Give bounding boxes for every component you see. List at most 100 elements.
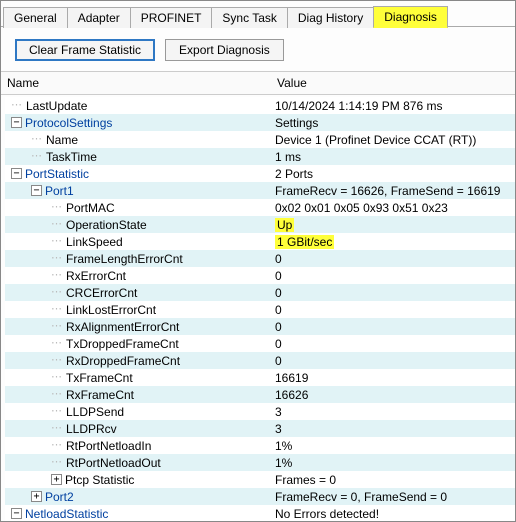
tree-node-value: FrameRecv = 16626, FrameSend = 16619 [271,184,515,198]
tree-node-name: RtPortNetloadIn [66,439,151,453]
tree-node-name: CRCErrorCnt [66,286,137,300]
tree-node-value: Frames = 0 [271,473,515,487]
tree-node-name: TxDroppedFrameCnt [66,337,179,351]
tree-row[interactable]: ⋯LinkLostErrorCnt 0 [5,301,515,318]
tree-row[interactable]: +Port2 FrameRecv = 0, FrameSend = 0 [5,488,515,505]
tree-row[interactable]: ⋯TxDroppedFrameCnt 0 [5,335,515,352]
tree-row[interactable]: −NetloadStatistic No Errors detected! [5,505,515,522]
tree-connector-icon: ⋯ [51,457,66,468]
tree-row[interactable]: ⋯CRCErrorCnt0 [5,284,515,301]
expand-icon[interactable]: + [51,474,62,485]
tree-node-value: FrameRecv = 0, FrameSend = 0 [271,490,515,504]
tree-node-value: Device 1 (Profinet Device CCAT (RT)) [271,133,515,147]
tree-node-name: TaskTime [46,150,97,164]
clear-frame-statistic-button[interactable]: Clear Frame Statistic [15,39,155,61]
tree-node-value: 0 [271,269,515,283]
tree-row[interactable]: −PortStatistic 2 Ports [5,165,515,182]
tree-row[interactable]: ⋯TaskTime1 ms [5,148,515,165]
tree-row[interactable]: +Ptcp Statistic Frames = 0 [5,471,515,488]
tab-general[interactable]: General [3,7,68,28]
tree-node-name: LastUpdate [26,99,87,113]
tree-row[interactable]: ⋯LLDPRcv 3 [5,420,515,437]
tree-connector-icon: ⋯ [51,355,66,366]
tree-node-value: 0 [271,354,515,368]
tree-row[interactable]: ⋯RxErrorCnt0 [5,267,515,284]
tree-connector-icon: ⋯ [11,100,26,111]
tree-connector-icon: ⋯ [51,236,66,247]
grid-header-name[interactable]: Name [1,72,271,94]
tree-node-name: RxDroppedFrameCnt [66,354,180,368]
diagnosis-tree[interactable]: ⋯LastUpdate10/14/2024 1:14:19 PM 876 ms−… [1,95,515,522]
tree-node-value: 0 [271,337,515,351]
tree-node-name: NetloadStatistic [25,507,108,521]
tree-connector-icon: ⋯ [51,423,66,434]
tree-node-value: 16619 [271,371,515,385]
tree-row[interactable]: ⋯RtPortNetloadOut 1% [5,454,515,471]
tree-node-value: 3 [271,422,515,436]
tree-row[interactable]: ⋯NameDevice 1 (Profinet Device CCAT (RT)… [5,131,515,148]
tree-node-name: LinkSpeed [66,235,123,249]
tree-connector-icon: ⋯ [51,338,66,349]
tree-node-value: 0 [271,252,515,266]
tree-connector-icon: ⋯ [51,372,66,383]
tree-connector-icon: ⋯ [51,304,66,315]
tree-node-value: 2 Ports [271,167,515,181]
tree-row[interactable]: ⋯RxAlignmentErrorCnt0 [5,318,515,335]
tree-node-value: 10/14/2024 1:14:19 PM 876 ms [271,99,515,113]
tab-diagnosis[interactable]: Diagnosis [373,6,448,28]
tree-connector-icon: ⋯ [51,253,66,264]
collapse-icon[interactable]: − [11,508,22,519]
tree-node-value: 1% [271,456,515,470]
tree-node-value: Up [271,218,515,232]
tree-node-name: Port1 [45,184,74,198]
tree-connector-icon: ⋯ [51,321,66,332]
tree-connector-icon: ⋯ [51,406,66,417]
tree-node-name: Ptcp Statistic [65,473,134,487]
tree-row[interactable]: ⋯LinkSpeed 1 GBit/sec [5,233,515,250]
tree-node-name: LinkLostErrorCnt [66,303,156,317]
tab-diag-history[interactable]: Diag History [287,7,374,28]
grid-header-value[interactable]: Value [271,72,515,94]
tree-row[interactable]: ⋯FrameLengthErrorCnt0 [5,250,515,267]
tree-row[interactable]: ⋯PortMAC0x02 0x01 0x05 0x93 0x51 0x23 [5,199,515,216]
collapse-icon[interactable]: − [11,168,22,179]
tree-connector-icon: ⋯ [51,219,66,230]
collapse-icon[interactable]: − [31,185,42,196]
tree-node-value: 3 [271,405,515,419]
tree-connector-icon: ⋯ [51,389,66,400]
tree-row[interactable]: ⋯TxFrameCnt 16619 [5,369,515,386]
tab-profinet[interactable]: PROFINET [130,7,213,28]
collapse-icon[interactable]: − [11,117,22,128]
export-diagnosis-button[interactable]: Export Diagnosis [165,39,284,61]
tree-node-value: 1 GBit/sec [271,235,515,249]
tree-node-name: LLDPSend [66,405,124,419]
tree-node-name: Port2 [45,490,74,504]
tree-row[interactable]: ⋯RxDroppedFrameCnt 0 [5,352,515,369]
tree-node-name: PortStatistic [25,167,89,181]
tree-node-value: 1 ms [271,150,515,164]
tree-row[interactable]: ⋯RxFrameCnt 16626 [5,386,515,403]
tree-node-name: RxFrameCnt [66,388,134,402]
tree-node-value: 0 [271,303,515,317]
tab-adapter[interactable]: Adapter [67,7,131,28]
tab-sync-task[interactable]: Sync Task [211,7,287,28]
tree-node-name: TxFrameCnt [66,371,133,385]
tree-node-value: 16626 [271,388,515,402]
tree-node-name: RtPortNetloadOut [66,456,161,470]
tree-row[interactable]: −Port1 FrameRecv = 16626, FrameSend = 166… [5,182,515,199]
tree-row[interactable]: ⋯LastUpdate 10/14/2024 1:14:19 PM 876 ms [5,97,515,114]
tree-node-value: 0 [271,320,515,334]
tree-row[interactable]: ⋯OperationState Up [5,216,515,233]
toolbar: Clear Frame Statistic Export Diagnosis [1,27,515,71]
tree-node-name: LLDPRcv [66,422,117,436]
tree-node-name: OperationState [66,218,147,232]
tree-row[interactable]: ⋯LLDPSend 3 [5,403,515,420]
tree-row[interactable]: ⋯RtPortNetloadIn1% [5,437,515,454]
tree-connector-icon: ⋯ [51,440,66,451]
tree-connector-icon: ⋯ [51,270,66,281]
tree-node-value: 0 [271,286,515,300]
expand-icon[interactable]: + [31,491,42,502]
tree-node-value: No Errors detected! [271,507,515,521]
tree-row[interactable]: −ProtocolSettingsSettings [5,114,515,131]
diagnosis-panel: GeneralAdapterPROFINETSync TaskDiag Hist… [0,0,516,522]
